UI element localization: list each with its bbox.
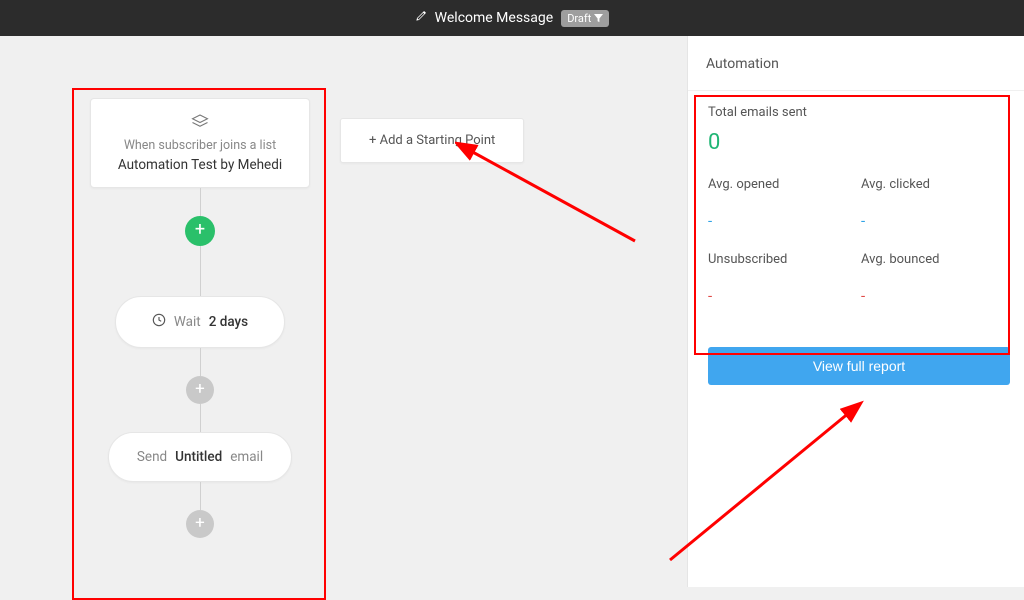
stat-unsubscribed: Unsubscribed -: [708, 252, 851, 305]
connector-line: [200, 404, 201, 432]
unsub-value: -: [708, 287, 851, 305]
trigger-subtitle: When subscriber joins a list: [101, 138, 299, 153]
stat-avg-bounced: Avg. bounced -: [861, 252, 1004, 305]
avg-clicked-value: -: [861, 212, 1004, 230]
add-step-button[interactable]: +: [185, 216, 215, 246]
avg-opened-label: Avg. opened: [708, 177, 851, 192]
stats-box: Total emails sent 0 Avg. opened - Avg. c…: [694, 91, 1018, 319]
wait-value: 2 days: [209, 314, 248, 330]
send-email-node[interactable]: Send Untitled email: [108, 432, 292, 482]
total-emails-label: Total emails sent: [708, 105, 1004, 120]
add-starting-point-label: + Add a Starting Point: [369, 133, 495, 148]
status-badge-label: Draft: [567, 12, 591, 25]
stat-avg-opened: Avg. opened -: [708, 177, 851, 230]
avg-opened-value: -: [708, 212, 851, 230]
send-suffix: email: [230, 449, 263, 465]
send-email-name: Untitled: [175, 449, 222, 465]
main-area: When subscriber joins a list Automation …: [0, 36, 1024, 587]
stat-avg-clicked: Avg. clicked -: [861, 177, 1004, 230]
connector-line: [200, 482, 201, 510]
avg-bounced-label: Avg. bounced: [861, 252, 1004, 267]
add-step-button-gray[interactable]: +: [186, 376, 214, 404]
avg-clicked-label: Avg. clicked: [861, 177, 1004, 192]
sidebar-title: Automation: [688, 56, 1024, 91]
add-starting-point-button[interactable]: + Add a Starting Point: [340, 118, 524, 163]
connector-line: [200, 188, 201, 216]
workflow-canvas[interactable]: When subscriber joins a list Automation …: [0, 36, 687, 587]
unsub-label: Unsubscribed: [708, 252, 851, 267]
send-prefix: Send: [137, 449, 167, 465]
trigger-value: Automation Test by Mehedi: [101, 157, 299, 173]
pencil-icon: [415, 10, 427, 26]
trigger-card[interactable]: When subscriber joins a list Automation …: [90, 98, 310, 188]
wait-node[interactable]: Wait 2 days: [115, 296, 285, 348]
top-bar-content: Welcome Message Draft: [415, 10, 610, 27]
flow-column: When subscriber joins a list Automation …: [90, 98, 310, 538]
layers-icon: [191, 113, 209, 132]
add-step-button-gray[interactable]: +: [186, 510, 214, 538]
avg-bounced-value: -: [861, 287, 1004, 305]
top-bar: Welcome Message Draft: [0, 0, 1024, 36]
total-emails-value: 0: [708, 130, 1004, 155]
page-title: Welcome Message: [435, 10, 554, 26]
status-badge[interactable]: Draft: [561, 10, 609, 27]
filter-icon: [594, 14, 603, 23]
view-full-report-button[interactable]: View full report: [708, 347, 1010, 385]
clock-icon: [152, 313, 166, 331]
wait-prefix: Wait: [174, 314, 201, 330]
connector-line: [200, 348, 201, 376]
connector-line: [200, 246, 201, 296]
sidebar-panel: Automation Total emails sent 0 Avg. open…: [687, 36, 1024, 587]
view-full-report-label: View full report: [813, 358, 905, 374]
